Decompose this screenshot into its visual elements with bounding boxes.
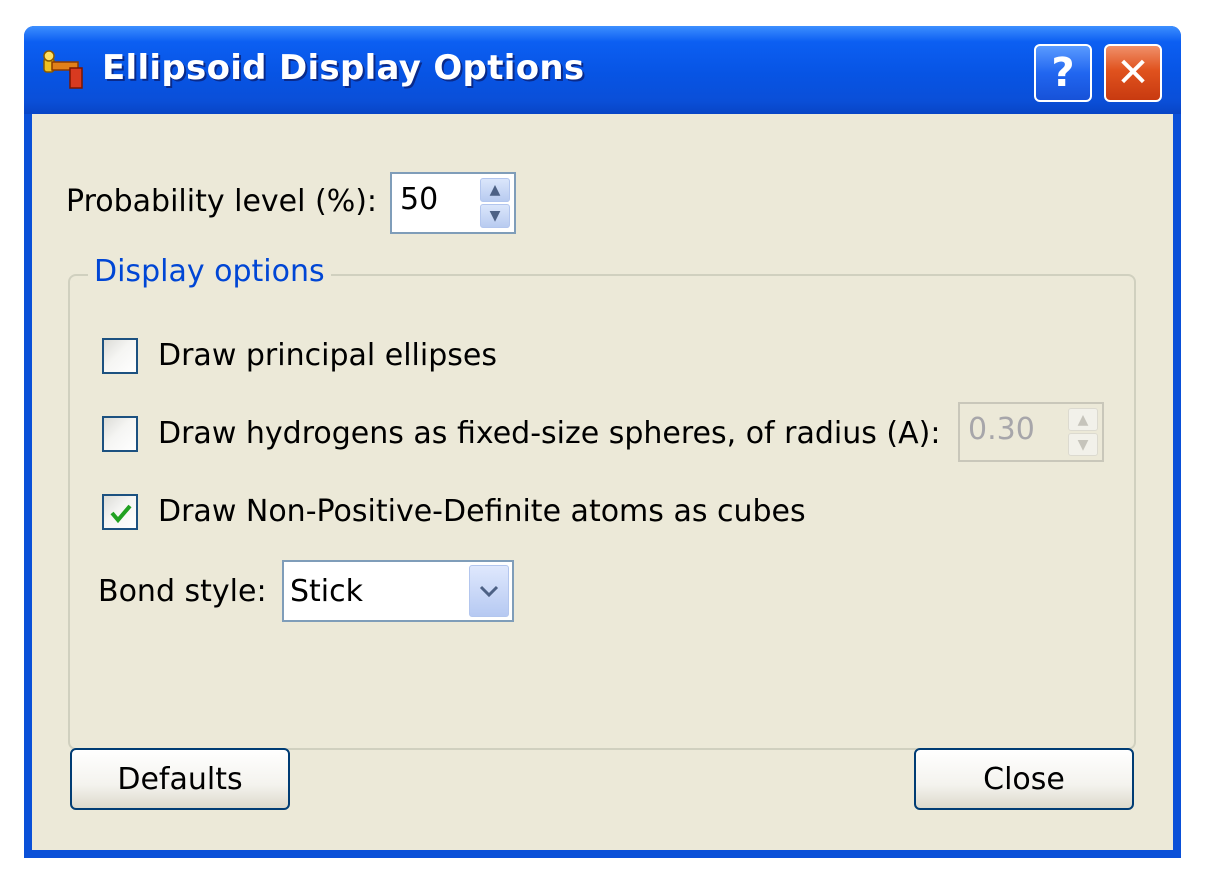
window-title: Ellipsoid Display Options: [102, 48, 585, 88]
chevron-down-icon[interactable]: [469, 565, 509, 617]
spin-up-icon[interactable]: ▲: [480, 178, 510, 202]
principal-ellipses-label[interactable]: Draw principal ellipses: [158, 338, 497, 373]
spin-down-icon[interactable]: ▼: [480, 204, 510, 228]
close-button[interactable]: Close: [914, 748, 1134, 810]
help-icon: ?: [1051, 50, 1075, 96]
principal-ellipses-checkbox[interactable]: [102, 338, 138, 374]
check-mark-icon: [110, 504, 132, 524]
probability-label: Probability level (%):: [66, 184, 378, 219]
probability-value[interactable]: 50: [400, 182, 438, 217]
npd-cubes-checkbox[interactable]: [102, 494, 138, 530]
close-window-button[interactable]: ✕: [1104, 44, 1162, 102]
dialog-window: Ellipsoid Display Options ? ✕ Probabilit…: [24, 26, 1181, 858]
npd-cubes-label[interactable]: Draw Non-Positive-Definite atoms as cube…: [158, 494, 806, 529]
bond-style-label: Bond style:: [98, 574, 267, 609]
probability-spinbox[interactable]: 50 ▲ ▼: [390, 172, 516, 234]
close-button-label: Close: [983, 761, 1065, 797]
hydrogens-checkbox[interactable]: [102, 416, 138, 452]
spin-up-icon[interactable]: ▲: [1068, 408, 1098, 431]
probability-spin-arrows[interactable]: ▲ ▼: [480, 178, 510, 228]
title-bar[interactable]: Ellipsoid Display Options ? ✕: [24, 26, 1181, 114]
display-options-title: Display options: [88, 254, 331, 289]
bond-style-select[interactable]: Stick: [282, 560, 514, 622]
bond-style-value[interactable]: Stick: [290, 574, 363, 609]
close-icon: ✕: [1116, 50, 1150, 96]
hydrogen-radius-value[interactable]: 0.30: [968, 412, 1035, 447]
defaults-button-label: Defaults: [117, 761, 243, 797]
help-button[interactable]: ?: [1034, 44, 1092, 102]
defaults-button[interactable]: Defaults: [70, 748, 290, 810]
radius-spin-arrows[interactable]: ▲ ▼: [1068, 408, 1098, 456]
app-icon: [40, 48, 90, 92]
dialog-body: Probability level (%): 50 ▲ ▼ Display op…: [32, 114, 1173, 850]
hydrogen-radius-spinbox[interactable]: 0.30 ▲ ▼: [958, 402, 1104, 462]
hydrogens-label[interactable]: Draw hydrogens as fixed-size spheres, of…: [158, 416, 940, 451]
spin-down-icon[interactable]: ▼: [1068, 433, 1098, 456]
